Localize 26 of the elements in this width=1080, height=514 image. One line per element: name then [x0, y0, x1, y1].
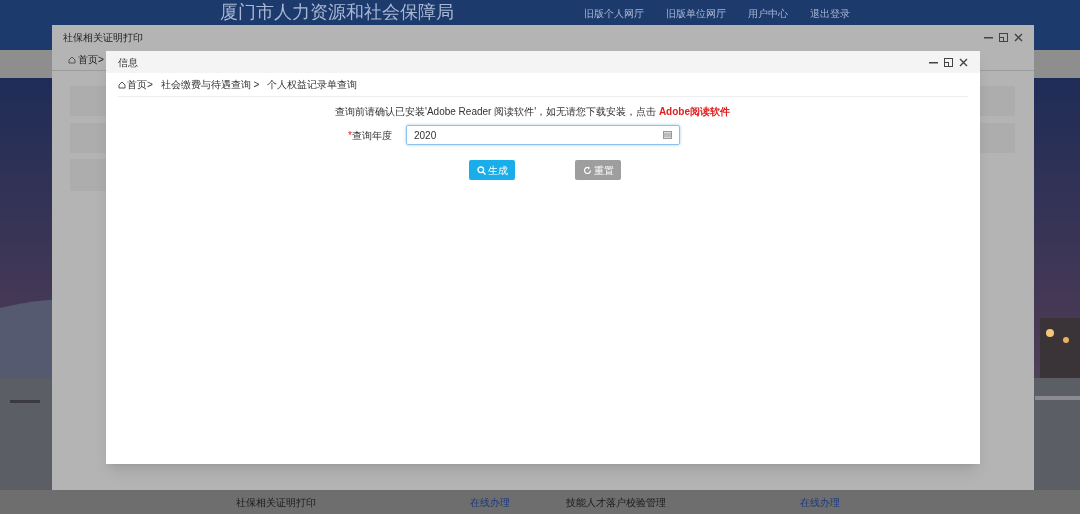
- breadcrumb-link[interactable]: 个人权益记录单查询: [267, 77, 358, 92]
- nav-link[interactable]: 旧版个人网厅: [584, 8, 644, 20]
- home-icon: [68, 55, 76, 64]
- maximize-icon[interactable]: [944, 57, 953, 67]
- notice-text: 查询前请确认已安装'Adobe Reader 阅读软件'，如无请您下载安装，点击 Adobe阅读软件: [335, 105, 730, 119]
- breadcrumb-link[interactable]: 社会缴费与待遇查询 >: [160, 77, 260, 92]
- refresh-icon: [582, 165, 592, 175]
- home-icon: [118, 80, 126, 89]
- search-icon: [476, 165, 486, 175]
- site-title: 厦门市人力资源和社会保障局: [220, 2, 454, 23]
- year-field[interactable]: 2020: [406, 125, 680, 145]
- service-name: 技能人才落户校验管理: [566, 495, 667, 510]
- required-mark: *: [348, 129, 352, 141]
- nav-link[interactable]: 旧版单位网厅: [666, 8, 726, 20]
- dialog-title: 信息: [118, 55, 138, 70]
- maximize-icon[interactable]: [999, 32, 1008, 42]
- breadcrumb-link[interactable]: 首页>: [118, 77, 153, 92]
- close-icon[interactable]: [1014, 32, 1023, 42]
- download-link[interactable]: Adobe阅读软件: [658, 106, 730, 117]
- window-title: 社保相关证明打印: [63, 30, 143, 45]
- nav-link[interactable]: 退出登录: [810, 8, 850, 20]
- nav-link[interactable]: 用户中心: [748, 8, 788, 20]
- tab[interactable]: 首页>: [68, 52, 104, 67]
- close-icon[interactable]: [959, 57, 968, 67]
- service-name: 社保相关证明打印: [236, 495, 317, 510]
- field-label: *查询年度: [348, 128, 393, 143]
